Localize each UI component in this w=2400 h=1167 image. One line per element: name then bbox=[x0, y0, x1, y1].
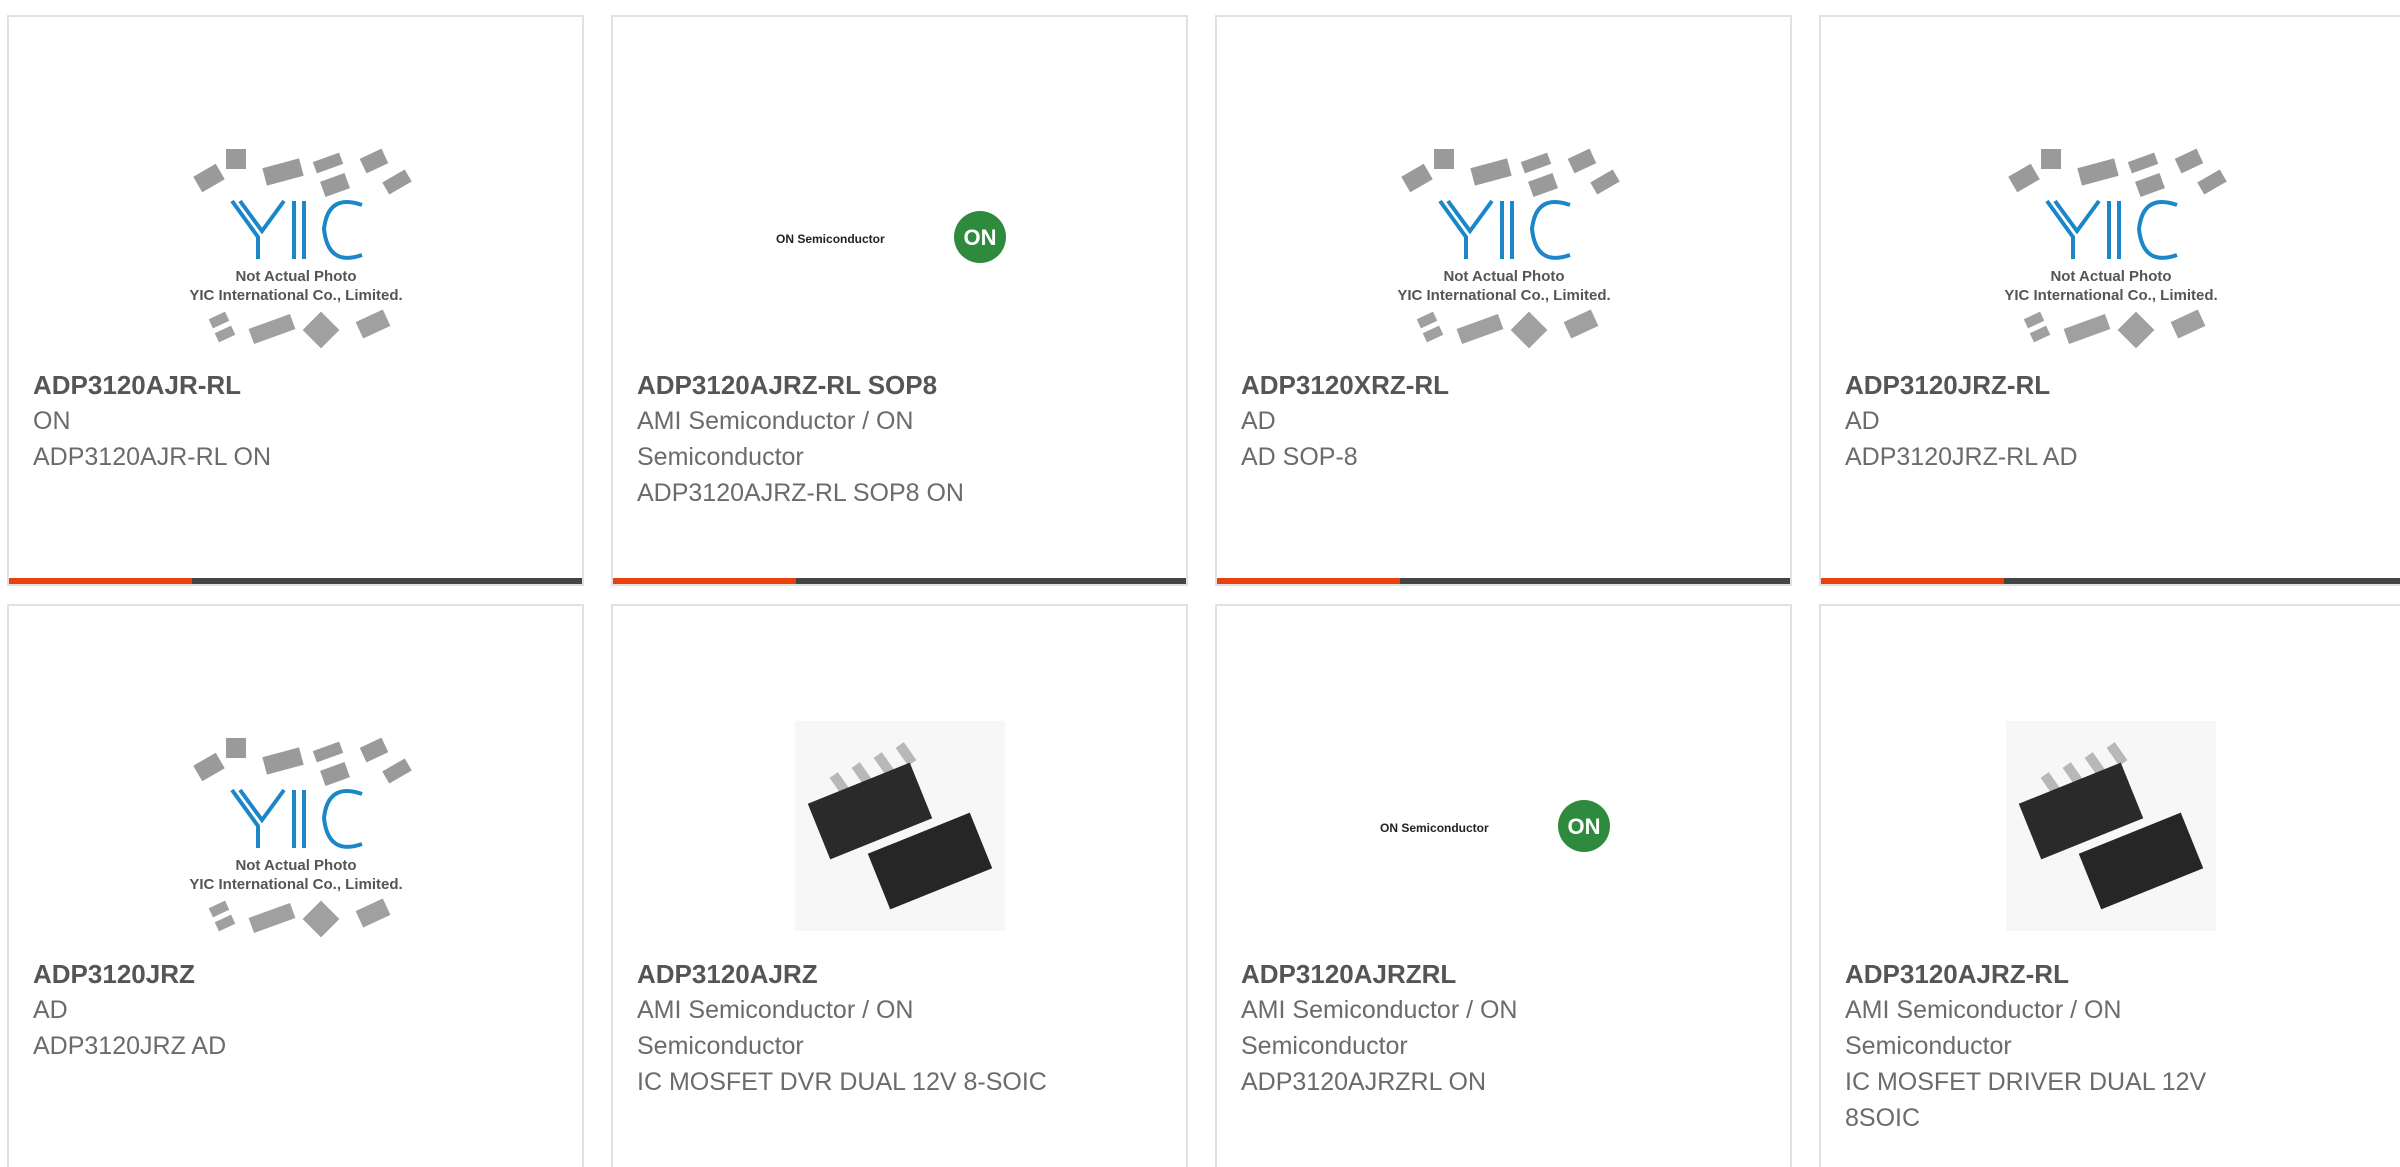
product-description: ADP3120AJRZRL ON bbox=[1241, 1068, 1486, 1096]
placeholder-line2: YIC International Co., Limited. bbox=[1397, 287, 1610, 304]
product-title[interactable]: ADP3120AJRZ-RL bbox=[1845, 956, 2265, 992]
yic-placeholder-image: Not Actual Photo YIC International Co., … bbox=[1397, 148, 1620, 349]
card-bottom-bar bbox=[613, 578, 1186, 584]
product-title[interactable]: ADP3120JRZ-RL bbox=[1845, 367, 2265, 403]
product-card[interactable]: ON Semiconductor ON ADP3120AJRZ-RL SOP8 … bbox=[611, 15, 1188, 586]
product-grid: Not Actual Photo YIC International Co., … bbox=[0, 0, 2400, 1167]
product-image-on-semiconductor-logo[interactable]: ON Semiconductor ON bbox=[613, 87, 1186, 387]
yic-placeholder-image: Not Actual Photo YIC International Co., … bbox=[189, 737, 412, 938]
yic-placeholder-image: Not Actual Photo YIC International Co., … bbox=[2004, 148, 2227, 349]
product-title[interactable]: ADP3120JRZ bbox=[33, 956, 453, 992]
card-bar-accent bbox=[1217, 578, 1400, 584]
placeholder-line2: YIC International Co., Limited. bbox=[2004, 287, 2217, 304]
product-info: ADP3120JRZ-RL AD ADP3120JRZ-RL AD bbox=[1845, 367, 2265, 475]
on-logo-text: ON Semiconductor bbox=[776, 232, 885, 246]
card-bottom-bar bbox=[1217, 578, 1790, 584]
product-brand: ON bbox=[33, 407, 71, 435]
card-bottom-bar bbox=[9, 578, 582, 584]
product-brand: AD bbox=[1241, 407, 1276, 435]
product-description: AD SOP-8 bbox=[1241, 443, 1358, 471]
yic-placeholder-image: Not Actual Photo YIC International Co., … bbox=[189, 148, 412, 349]
product-title[interactable]: ADP3120AJRZ-RL SOP8 bbox=[637, 367, 1057, 403]
placeholder-line2: YIC International Co., Limited. bbox=[189, 287, 402, 304]
product-title[interactable]: ADP3120AJRZRL bbox=[1241, 956, 1661, 992]
product-card[interactable]: ON Semiconductor ON ADP3120AJRZRL AMI Se… bbox=[1215, 604, 1792, 1167]
product-image-soic8-chip-photo[interactable] bbox=[1821, 676, 2400, 976]
placeholder-line1: Not Actual Photo bbox=[1443, 268, 1564, 285]
product-card[interactable]: Not Actual Photo YIC International Co., … bbox=[1819, 15, 2400, 586]
product-card[interactable]: ADP3120AJRZ-RL AMI Semiconductor / ON Se… bbox=[1819, 604, 2400, 1167]
product-brand: AMI Semiconductor / ON Semiconductor bbox=[1845, 996, 2122, 1060]
product-info: ADP3120AJRZ-RL AMI Semiconductor / ON Se… bbox=[1845, 956, 2265, 1136]
product-description: ADP3120AJRZ-RL SOP8 ON bbox=[637, 479, 964, 507]
product-brand: AMI Semiconductor / ON Semiconductor bbox=[1241, 996, 1518, 1060]
product-image-yic-placeholder[interactable]: Not Actual Photo YIC International Co., … bbox=[1217, 87, 1790, 387]
on-logo-text: ON Semiconductor bbox=[1380, 821, 1489, 835]
placeholder-line1: Not Actual Photo bbox=[235, 268, 356, 285]
on-semiconductor-logo: ON Semiconductor ON bbox=[1380, 800, 1610, 852]
card-bottom-bar bbox=[1821, 578, 2400, 584]
product-info: ADP3120JRZ AD ADP3120JRZ AD bbox=[33, 956, 453, 1064]
product-info: ADP3120AJR-RL ON ADP3120AJR-RL ON bbox=[33, 367, 453, 475]
placeholder-line1: Not Actual Photo bbox=[2050, 268, 2171, 285]
product-info: ADP3120AJRZRL AMI Semiconductor / ON Sem… bbox=[1241, 956, 1661, 1100]
placeholder-line2: YIC International Co., Limited. bbox=[189, 876, 402, 893]
product-brand: AD bbox=[1845, 407, 1880, 435]
product-title[interactable]: ADP3120XRZ-RL bbox=[1241, 367, 1661, 403]
product-brand: AD bbox=[33, 996, 68, 1024]
product-image-yic-placeholder[interactable]: Not Actual Photo YIC International Co., … bbox=[9, 676, 582, 976]
placeholder-line1: Not Actual Photo bbox=[235, 857, 356, 874]
on-semiconductor-logo: ON Semiconductor ON bbox=[776, 211, 1006, 263]
product-info: ADP3120XRZ-RL AD AD SOP-8 bbox=[1241, 367, 1661, 475]
product-card[interactable]: Not Actual Photo YIC International Co., … bbox=[7, 15, 584, 586]
product-card[interactable]: Not Actual Photo YIC International Co., … bbox=[7, 604, 584, 1167]
product-card[interactable]: ADP3120AJRZ AMI Semiconductor / ON Semic… bbox=[611, 604, 1188, 1167]
soic8-chip-icon bbox=[794, 721, 1005, 931]
on-badge-text: ON bbox=[1567, 814, 1600, 839]
product-description: ADP3120AJR-RL ON bbox=[33, 443, 272, 471]
product-description: ADP3120JRZ-RL AD bbox=[1845, 443, 2078, 471]
product-description: ADP3120JRZ AD bbox=[33, 1032, 227, 1060]
product-description: IC MOSFET DRIVER DUAL 12V 8SOIC bbox=[1845, 1068, 2207, 1132]
soic8-chip-icon bbox=[2005, 721, 2216, 931]
product-image-yic-placeholder[interactable]: Not Actual Photo YIC International Co., … bbox=[9, 87, 582, 387]
product-title[interactable]: ADP3120AJRZ bbox=[637, 956, 1057, 992]
product-image-on-semiconductor-logo[interactable]: ON Semiconductor ON bbox=[1217, 676, 1790, 976]
product-image-soic8-chip-photo[interactable] bbox=[613, 676, 1186, 976]
on-badge-text: ON bbox=[963, 225, 996, 250]
product-card[interactable]: Not Actual Photo YIC International Co., … bbox=[1215, 15, 1792, 586]
card-bar-accent bbox=[9, 578, 192, 584]
card-bar-accent bbox=[1821, 578, 2004, 584]
product-title[interactable]: ADP3120AJR-RL bbox=[33, 367, 453, 403]
product-info: ADP3120AJRZ-RL SOP8 AMI Semiconductor / … bbox=[637, 367, 1057, 511]
product-brand: AMI Semiconductor / ON Semiconductor bbox=[637, 996, 914, 1060]
product-image-yic-placeholder[interactable]: Not Actual Photo YIC International Co., … bbox=[1821, 87, 2400, 387]
card-bar-accent bbox=[613, 578, 796, 584]
product-description: IC MOSFET DVR DUAL 12V 8-SOIC bbox=[637, 1068, 1047, 1096]
product-brand: AMI Semiconductor / ON Semiconductor bbox=[637, 407, 914, 471]
product-info: ADP3120AJRZ AMI Semiconductor / ON Semic… bbox=[637, 956, 1057, 1100]
